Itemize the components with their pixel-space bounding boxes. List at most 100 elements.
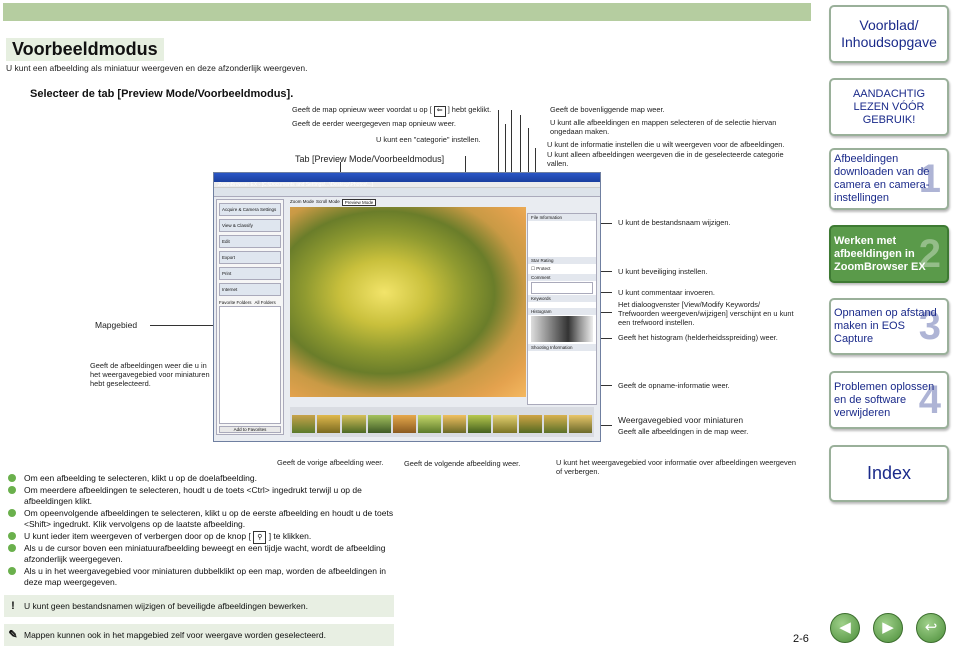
preview-image[interactable] xyxy=(290,207,526,397)
info-panel[interactable]: File Information Star Rating ☐ Protect C… xyxy=(527,213,597,405)
list-item: Om opeenvolgende afbeeldingen te selecte… xyxy=(8,508,398,530)
caption-folder-area: Mapgebied xyxy=(95,320,138,330)
task-button[interactable]: View & Classify xyxy=(219,219,281,232)
task-button[interactable]: Acquire & Camera Settings xyxy=(219,203,281,216)
comment-field[interactable] xyxy=(531,282,593,294)
file-info-table xyxy=(528,221,596,257)
caption-preview-tab: Tab [Preview Mode/Voorbeeldmodus] xyxy=(295,154,445,164)
tab-scroll-mode[interactable]: Scroll Mode xyxy=(316,199,340,206)
task-button[interactable]: Edit xyxy=(219,235,281,248)
add-favorites-button[interactable]: Add to Favorites xyxy=(219,426,281,433)
thumbnail[interactable] xyxy=(292,415,316,433)
star-rating-header: Star Rating xyxy=(528,257,596,264)
leader-line xyxy=(600,338,612,339)
back-arrow-icon: ⇐ xyxy=(433,106,446,117)
comment-header: Comment xyxy=(528,274,596,281)
bullet-icon xyxy=(8,474,16,482)
window-titlebar: ZoomBrowser EX - [C:\Documents and Setti… xyxy=(214,173,600,188)
caption-rename: U kunt de bestandsnaam wijzigen. xyxy=(618,218,731,227)
list-item: Als u de cursor boven een miniatuurafbee… xyxy=(8,543,398,565)
list-item: Om meerdere afbeeldingen te selecteren, … xyxy=(8,485,398,507)
warning-note: ! U kunt geen bestandsnamen wijzigen of b… xyxy=(4,595,394,617)
leader-line xyxy=(600,292,612,293)
caption-all-images: Geeft alle afbeeldingen in de map weer. xyxy=(618,427,749,436)
memo-icon: ✎ xyxy=(8,629,18,641)
thumbnail-strip[interactable] xyxy=(290,407,594,437)
bullet-icon xyxy=(8,544,16,552)
bullet-icon xyxy=(8,486,16,494)
sidebar-home-button[interactable]: Voorblad/ Inhoudsopgave xyxy=(829,5,949,63)
thumbnail-row[interactable] xyxy=(290,407,594,433)
thumbnail[interactable] xyxy=(417,415,442,433)
caption-next-image: Geeft de volgende afbeelding weer. xyxy=(404,459,521,468)
tab-favorite-folders[interactable]: Favorite Folders xyxy=(219,300,252,305)
caption-category-filter: U kunt alleen afbeeldingen weergeven die… xyxy=(547,150,784,168)
bullet-icon xyxy=(8,567,16,575)
thumbnail[interactable] xyxy=(317,415,341,433)
caption-select-all: U kunt alle afbeeldingen en mappen selec… xyxy=(550,118,777,136)
return-icon: ↩ xyxy=(924,619,938,636)
caption-category: U kunt een "categorie" instellen. xyxy=(376,135,481,144)
zoombrowser-window: ZoomBrowser EX - [C:\Documents and Setti… xyxy=(213,172,601,442)
thumbnail[interactable] xyxy=(493,415,517,433)
caption-thumbnail-area: Weergavegebied voor miniaturen xyxy=(618,415,744,425)
chapter-number: 4 xyxy=(918,377,941,422)
thumbnail[interactable] xyxy=(568,415,593,433)
thumbnail[interactable] xyxy=(518,415,542,433)
sidebar-chapter-1[interactable]: 1 Afbeeldingen downloaden van de camera e… xyxy=(829,148,949,210)
thumbnail[interactable] xyxy=(342,415,366,433)
page-number: 2-6 xyxy=(793,633,809,645)
task-panel[interactable]: Acquire & Camera Settings View & Classif… xyxy=(216,199,284,435)
caption-folder-back: Geeft de map opnieuw weer voordat u op [… xyxy=(292,105,491,117)
caption-toggle-info: U kunt het weergavegebied voor informati… xyxy=(556,458,796,476)
thumbnail[interactable] xyxy=(392,415,416,433)
sidebar-home-label: Voorblad/ Inhoudsopgave xyxy=(841,17,937,50)
mode-tabs[interactable]: Zoom Mode Scroll Mode Preview Mode xyxy=(290,199,377,206)
leader-line xyxy=(600,271,612,272)
previous-page-button[interactable]: ◀ xyxy=(830,613,860,643)
arrow-left-icon: ◀ xyxy=(839,619,851,636)
caption-info-settings: U kunt de informatie instellen die u wil… xyxy=(547,140,785,149)
leader-line xyxy=(600,425,612,426)
folder-tabs[interactable]: Favorite Folders All Folders xyxy=(219,300,281,305)
protect-label: Protect xyxy=(536,266,551,271)
tab-zoom-mode[interactable]: Zoom Mode xyxy=(290,199,314,206)
leader-line xyxy=(600,385,612,386)
caption-previous-folder: Geeft de eerder weergegeven map opnieuw … xyxy=(292,119,456,128)
toolbar[interactable] xyxy=(214,188,600,197)
next-page-button[interactable]: ▶ xyxy=(873,613,903,643)
chapter-number: 2 xyxy=(918,231,941,276)
sidebar-caution-label: AANDACHTIG LEZEN VÓÓR GEBRUIK! xyxy=(852,87,926,126)
step-heading: Selecteer de tab [Preview Mode/Voorbeeld… xyxy=(30,88,294,100)
sidebar-chapter-4[interactable]: 4 Problemen oplossen en de software verwi… xyxy=(829,371,949,429)
protect-checkbox[interactable]: ☐ Protect xyxy=(528,264,596,274)
window-title: ZoomBrowser EX - [C:\Documents and Setti… xyxy=(218,182,374,188)
top-banner xyxy=(3,3,811,21)
leader-line xyxy=(600,223,612,224)
sidebar-chapter-3[interactable]: 3 Opnamen op afstand maken in EOS Capture xyxy=(829,298,949,355)
shooting-info-header: Shooting Information xyxy=(528,344,596,351)
tab-preview-mode[interactable]: Preview Mode xyxy=(341,199,377,206)
chapter-number: 3 xyxy=(918,304,941,348)
task-button[interactable]: Internet xyxy=(219,283,281,296)
task-button[interactable]: Print xyxy=(219,267,281,280)
caption-histogram: Geeft het histogram (helderheidsspreidin… xyxy=(618,333,778,342)
task-button[interactable]: Export xyxy=(219,251,281,264)
thumbnail[interactable] xyxy=(367,415,391,433)
sidebar-caution-button[interactable]: AANDACHTIG LEZEN VÓÓR GEBRUIK! xyxy=(829,78,949,136)
thumbnail[interactable] xyxy=(443,415,467,433)
caption-previous-image: Geeft de vorige afbeelding weer. xyxy=(277,458,384,467)
thumbnail[interactable] xyxy=(468,415,492,433)
sidebar-index-button[interactable]: Index xyxy=(829,445,949,502)
histogram-chart xyxy=(531,316,593,342)
back-button[interactable]: ↩ xyxy=(916,613,946,643)
page-subtitle: U kunt een afbeelding als miniatuur weer… xyxy=(6,63,308,73)
tab-all-folders[interactable]: All Folders xyxy=(255,300,276,305)
sidebar-chapter-2[interactable]: 2 Werken met afbeeldingen in ZoomBrowser … xyxy=(829,225,949,283)
chapter-number: 1 xyxy=(918,156,941,201)
keywords-header: Keywords xyxy=(528,295,596,302)
folder-tree[interactable] xyxy=(219,306,281,424)
caption-shooting-info: Geeft de opname-informatie weer. xyxy=(618,381,730,390)
thumbnail[interactable] xyxy=(543,415,567,433)
bullet-icon xyxy=(8,532,16,540)
